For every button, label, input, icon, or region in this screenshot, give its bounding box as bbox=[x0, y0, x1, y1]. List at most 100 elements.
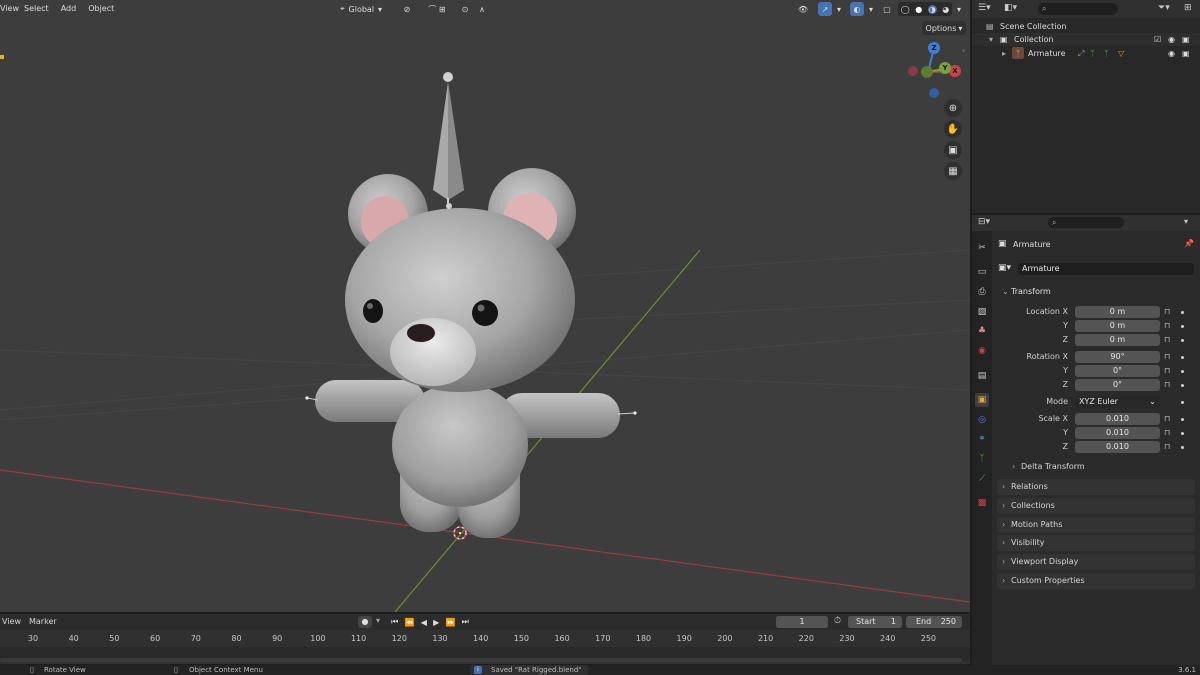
lock-icon[interactable]: ⊓ bbox=[1164, 428, 1170, 437]
lock-icon[interactable]: ⊓ bbox=[1164, 442, 1170, 451]
navigation-gizmo[interactable]: Z X Y bbox=[905, 40, 965, 100]
outliner-row-collection[interactable]: ▾ ▣ Collection ☑ ◉ ▣ bbox=[972, 33, 1200, 46]
location-z-field[interactable]: 0 m bbox=[1075, 334, 1160, 346]
rotation-mode-dropdown[interactable]: XYZ Euler ⌄ bbox=[1075, 396, 1160, 408]
material-shading-icon[interactable]: ◑ bbox=[927, 4, 937, 14]
options-dropdown[interactable]: Options ▾ bbox=[922, 21, 966, 35]
chevron-right-icon[interactable]: ▸ bbox=[1002, 47, 1006, 60]
rendered-shading-icon[interactable]: ◕ bbox=[942, 5, 949, 14]
lock-icon[interactable]: ⊓ bbox=[1164, 307, 1170, 316]
shading-dropdown[interactable]: ▾ bbox=[954, 2, 964, 16]
wireframe-shading-icon[interactable]: ◯ bbox=[901, 5, 910, 14]
pin-icon[interactable]: 📌 bbox=[1184, 239, 1194, 248]
relations-panel[interactable]: Relations bbox=[997, 479, 1195, 495]
lock-icon[interactable]: ⊓ bbox=[1164, 321, 1170, 330]
snap-button[interactable]: ⌒ ⊞ bbox=[420, 2, 454, 16]
orientation-dropdown[interactable]: ⌖ Global ▾ bbox=[336, 2, 390, 16]
gizmo-neg-x-axis[interactable] bbox=[908, 66, 918, 76]
frame-ruler[interactable]: 30 40 50 60 70 80 90 100 110 120 130 140 150 160 170 18… bbox=[0, 614, 970, 647]
lock-icon[interactable]: ⊓ bbox=[1164, 366, 1170, 375]
scene-tab[interactable]: ♣ bbox=[975, 324, 989, 338]
bone-tab[interactable]: ⟋ bbox=[975, 472, 989, 486]
tool-tab[interactable]: ✂ bbox=[975, 241, 989, 255]
keyframe-dot[interactable] bbox=[1181, 339, 1184, 342]
keyframe-dot[interactable] bbox=[1181, 325, 1184, 328]
3d-viewport[interactable]: View Select Add Object ⌖ Global ▾ ⊘ ⌒ ⊞ … bbox=[0, 0, 970, 612]
add-menu[interactable]: Add bbox=[55, 0, 83, 18]
zoom-button[interactable]: ⊕ bbox=[944, 99, 962, 117]
gizmo-y-axis[interactable]: Y bbox=[939, 62, 951, 74]
solid-shading-icon[interactable]: ● bbox=[915, 5, 922, 14]
properties-search-input[interactable]: ⌕ bbox=[1048, 217, 1124, 228]
checkbox-icon[interactable]: ☑ bbox=[1154, 33, 1161, 46]
bear-model[interactable] bbox=[305, 72, 637, 538]
pan-button[interactable]: ✋ bbox=[944, 120, 962, 138]
falloff-button[interactable]: ∧ bbox=[474, 2, 490, 16]
select-menu[interactable]: Select bbox=[18, 0, 55, 18]
keyframe-dot[interactable] bbox=[1181, 370, 1184, 373]
keyframe-dot[interactable] bbox=[1181, 384, 1184, 387]
keyframe-dot[interactable] bbox=[1181, 356, 1184, 359]
outliner-row-scene-collection[interactable]: ▤ Scene Collection bbox=[972, 20, 1200, 33]
filter-icon[interactable]: ⏷▾ bbox=[1158, 3, 1170, 13]
location-x-field[interactable]: 0 m bbox=[1075, 306, 1160, 318]
scale-z-field[interactable]: 0.010 bbox=[1075, 441, 1160, 453]
lock-icon[interactable]: ⊓ bbox=[1164, 380, 1170, 389]
view-layer-tab[interactable]: ▨ bbox=[975, 305, 989, 319]
collection-tab[interactable]: ▤ bbox=[975, 369, 989, 383]
camera-icon[interactable]: ▣ bbox=[1182, 33, 1190, 46]
display-mode-icon[interactable]: ◧▾ bbox=[1004, 3, 1017, 13]
chevron-down-icon[interactable]: ▾ bbox=[989, 33, 993, 46]
object-menu[interactable]: Object bbox=[82, 0, 120, 18]
transform-panel-header[interactable]: ⌄ Transform bbox=[997, 285, 1195, 299]
object-tab[interactable]: ▣ bbox=[975, 393, 989, 407]
eye-icon[interactable]: ◉ bbox=[1168, 33, 1175, 46]
object-data-tab[interactable]: ᛉ bbox=[975, 452, 989, 466]
editor-type-icon[interactable]: ⊟▾ bbox=[978, 217, 990, 227]
world-tab[interactable]: ◉ bbox=[975, 344, 989, 358]
object-name-field[interactable]: Armature bbox=[1018, 263, 1194, 275]
keyframe-dot[interactable] bbox=[1181, 446, 1184, 449]
gizmo-dropdown[interactable]: ▾ bbox=[834, 2, 844, 16]
chevron-down-icon[interactable]: ▾ bbox=[1184, 217, 1188, 226]
xray-button[interactable]: ▢ bbox=[880, 2, 894, 16]
lock-icon[interactable]: ⊓ bbox=[1164, 352, 1170, 361]
visibility-panel[interactable]: Visibility bbox=[997, 535, 1195, 551]
camera-view-button[interactable]: ▣ bbox=[944, 141, 962, 159]
keyframe-dot[interactable] bbox=[1181, 311, 1184, 314]
ortho-toggle-button[interactable]: ▦ bbox=[944, 162, 962, 180]
keyframe-dot[interactable] bbox=[1181, 418, 1184, 421]
location-y-field[interactable]: 0 m bbox=[1075, 320, 1160, 332]
modifier-tab[interactable]: ◎ bbox=[975, 413, 989, 427]
overlays-toggle-button[interactable]: ◐ bbox=[850, 2, 864, 16]
gizmo-neg-z-axis[interactable] bbox=[929, 88, 939, 98]
report-message[interactable]: i Saved "Rat Rigged.blend" bbox=[470, 665, 588, 675]
constraints-tab[interactable]: ⚭ bbox=[975, 432, 989, 446]
pivot-point-button[interactable]: ⊘ bbox=[396, 2, 418, 16]
keyframe-dot[interactable] bbox=[1181, 401, 1184, 404]
eye-icon[interactable]: ◉ bbox=[1168, 47, 1175, 60]
chevron-left-icon[interactable]: ‹ bbox=[962, 46, 965, 55]
gizmo-neg-y-axis[interactable] bbox=[921, 66, 933, 78]
view-menu[interactable]: View bbox=[0, 0, 19, 18]
collections-panel[interactable]: Collections bbox=[997, 498, 1195, 514]
gizmo-toggle-button[interactable]: ↗ bbox=[818, 2, 832, 16]
delta-transform-subpanel[interactable]: › Delta Transform bbox=[1008, 460, 1194, 474]
scale-y-field[interactable]: 0.010 bbox=[1075, 427, 1160, 439]
viewport-display-panel[interactable]: Viewport Display bbox=[997, 554, 1195, 570]
overlays-dropdown[interactable]: ▾ bbox=[866, 2, 876, 16]
custom-properties-panel[interactable]: Custom Properties bbox=[997, 573, 1195, 589]
output-tab[interactable]: ⎙ bbox=[975, 285, 989, 299]
texture-tab[interactable]: ▩ bbox=[975, 496, 989, 510]
rotation-z-field[interactable]: 0° bbox=[1075, 379, 1160, 391]
scale-x-field[interactable]: 0.010 bbox=[1075, 413, 1160, 425]
proportional-edit-button[interactable]: ⊙ bbox=[458, 2, 472, 16]
visibility-button[interactable]: 👁 bbox=[792, 2, 814, 16]
camera-icon[interactable]: ▣ bbox=[1182, 47, 1190, 60]
lock-icon[interactable]: ⊓ bbox=[1164, 335, 1170, 344]
new-collection-icon[interactable]: ⊞ bbox=[1184, 3, 1192, 13]
rotation-y-field[interactable]: 0° bbox=[1075, 365, 1160, 377]
gizmo-z-axis[interactable]: Z bbox=[928, 42, 940, 54]
outliner-search-input[interactable]: ⌕ bbox=[1038, 3, 1118, 15]
timeline-scrollbar[interactable] bbox=[0, 658, 962, 662]
